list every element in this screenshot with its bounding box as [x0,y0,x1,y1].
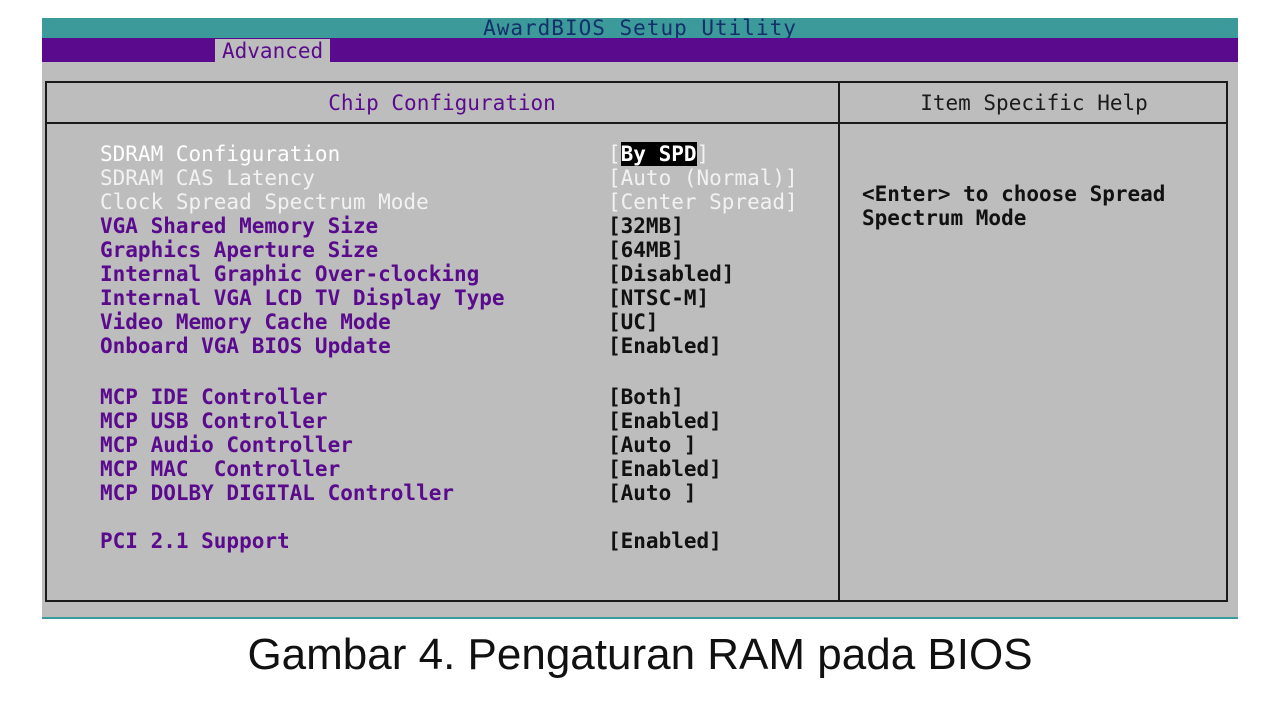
setting-value[interactable]: [Auto ] [608,433,697,457]
setting-internal-vga-lcd-tv-display-type[interactable]: Internal VGA LCD TV Display Type [NTSC-M… [100,286,860,310]
setting-video-memory-cache-mode[interactable]: Video Memory Cache Mode [UC] [100,310,860,334]
setting-label: Internal Graphic Over-clocking [100,262,480,286]
setting-value[interactable]: [Disabled] [608,262,734,286]
setting-label: Internal VGA LCD TV Display Type [100,286,505,310]
setting-onboard-vga-bios-update[interactable]: Onboard VGA BIOS Update [Enabled] [100,334,860,358]
setting-mcp-dolby-digital-controller[interactable]: MCP DOLBY DIGITAL Controller [Auto ] [100,481,860,505]
setting-value[interactable]: [Enabled] [608,457,722,481]
help-text: <Enter> to choose Spread Spectrum Mode [862,182,1232,230]
setting-label: MCP IDE Controller [100,385,328,409]
setting-label: PCI 2.1 Support [100,529,290,553]
setting-label: Graphics Aperture Size [100,238,379,262]
setting-value: [Auto (Normal)] [608,166,798,190]
setting-value[interactable]: [Auto ] [608,481,697,505]
setting-value[interactable]: [Both] [608,385,684,409]
setting-label: MCP USB Controller [100,409,328,433]
setting-value: [Center Spread] [608,190,798,214]
setting-internal-graphic-over-clocking[interactable]: Internal Graphic Over-clocking [Disabled… [100,262,860,286]
setting-clock-spread-spectrum-mode: Clock Spread Spectrum Mode [Center Sprea… [100,190,860,214]
setting-sdram-cas-latency: SDRAM CAS Latency [Auto (Normal)] [100,166,860,190]
help-line: Spectrum Mode [862,206,1027,230]
figure-caption: Gambar 4. Pengaturan RAM pada BIOS [247,630,1033,679]
tab-advanced[interactable]: Advanced [215,39,331,63]
setting-sdram-configuration[interactable]: SDRAM Configuration [By SPD] [100,142,860,166]
setting-label: MCP DOLBY DIGITAL Controller [100,481,455,505]
setting-label: MCP MAC Controller [100,457,341,481]
bios-title-bar: AwardBIOS Setup Utility [42,18,1238,39]
setting-value[interactable]: [64MB] [608,238,684,262]
setting-vga-shared-memory-size[interactable]: VGA Shared Memory Size [32MB] [100,214,860,238]
setting-label: MCP Audio Controller [100,433,353,457]
setting-mcp-mac-controller[interactable]: MCP MAC Controller [Enabled] [100,457,860,481]
help-line: <Enter> to choose Spread [862,182,1166,206]
setting-label: Video Memory Cache Mode [100,310,391,334]
setting-mcp-audio-controller[interactable]: MCP Audio Controller [Auto ] [100,433,860,457]
help-title: Item Specific Help [920,91,1148,115]
setting-value[interactable]: [NTSC-M] [608,286,709,310]
setting-graphics-aperture-size[interactable]: Graphics Aperture Size [64MB] [100,238,860,262]
setting-label: Clock Spread Spectrum Mode [100,190,429,214]
setting-value[interactable]: [UC] [608,310,659,334]
setting-mcp-usb-controller[interactable]: MCP USB Controller [Enabled] [100,409,860,433]
setting-value[interactable]: [By SPD] [608,142,709,166]
setting-pci-2-1-support[interactable]: PCI 2.1 Support [Enabled] [100,529,860,553]
setting-value[interactable]: [Enabled] [608,334,722,358]
setting-label: VGA Shared Memory Size [100,214,379,238]
bios-screen: AwardBIOS Setup Utility Advanced Chip Co… [42,18,1238,618]
setting-label: SDRAM CAS Latency [100,166,315,190]
setting-value[interactable]: [Enabled] [608,409,722,433]
setting-mcp-ide-controller[interactable]: MCP IDE Controller [Both] [100,385,860,409]
bottom-rule [42,617,1238,619]
setting-value-highlight[interactable]: By SPD [620,142,697,166]
setting-label: SDRAM Configuration [100,142,341,166]
setting-value[interactable]: [32MB] [608,214,684,238]
section-title: Chip Configuration [328,91,556,115]
setting-value[interactable]: [Enabled] [608,529,722,553]
setting-label: Onboard VGA BIOS Update [100,334,391,358]
